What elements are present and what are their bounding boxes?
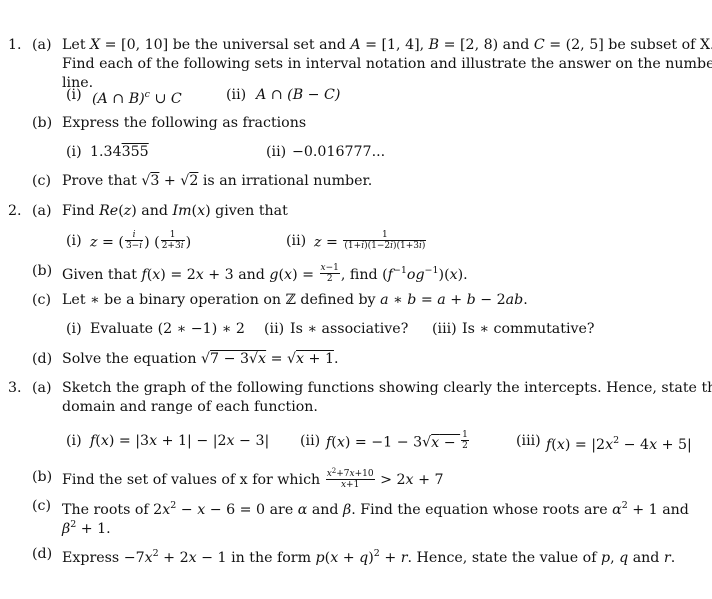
question-3d-text: Express −7x2 + 2x − 1 in the form p(x + … (62, 548, 676, 566)
question-1a-line-2: Find each of the following sets in inter… (62, 56, 712, 72)
subpart-label: (i) (66, 321, 82, 337)
part-label: (b) (32, 115, 53, 131)
subpart-label: (i) (66, 87, 82, 103)
part-text: Express the following as fractions (62, 115, 307, 131)
part-label: (c) (32, 498, 52, 514)
exam-question-sheet: 1. (a) Let X = [0, 10] be the universal … (0, 0, 712, 599)
part-text: Prove that √3 + √2 is an irrational numb… (62, 172, 372, 190)
part-label: (a) (32, 37, 52, 53)
part-label: (b) (32, 263, 53, 279)
subpart-label: (ii) (264, 321, 285, 337)
part-label: (d) (32, 351, 53, 367)
question-3a-line-2: domain and range of each function. (62, 399, 318, 415)
part-text: Find Re(z) and Im(x) given that (62, 203, 288, 219)
part-text: Find the set of values of x for which x2… (62, 467, 444, 492)
part-label: (d) (32, 546, 53, 562)
math-expression: √7 − 3√x = √x + 1. (200, 351, 339, 367)
math-expression: A ∩ (B − C) (256, 87, 341, 103)
math-expression: f(x) = −1 − 3√x − 12 (326, 430, 469, 451)
math-expression: 1.34355 (90, 143, 149, 161)
text-prefix: Prove that (62, 173, 137, 189)
part-text: Let ∗ be a binary operation on ℤ defined… (62, 292, 528, 308)
part-label: (b) (32, 469, 53, 485)
q1a-text-1: Let X = [0, 10] be the universal set and… (62, 37, 712, 53)
question-3c-line-1: The roots of 2x2 − x − 6 = 0 are α and β… (62, 500, 689, 518)
subpart-label: (iii) (432, 321, 457, 337)
part-label: (a) (32, 380, 52, 396)
part-text: Given that f(x) = 2x + 3 and g(x) = x−1 2… (62, 262, 468, 284)
decimal-prefix: 1.34 (90, 144, 122, 160)
math-expression: f(x) = |3x + 1| − |2x − 3| (90, 433, 270, 449)
subpart-text: Evaluate (2 ∗ −1) ∗ 2 (90, 321, 245, 337)
subpart-label: (i) (66, 144, 82, 160)
text-prefix: Find the set of values of x for which (62, 472, 321, 488)
math-expression: z = (i 3−i) (1 2+3i) (90, 230, 192, 251)
part-label: (c) (32, 173, 52, 189)
question-number: 1. (8, 37, 22, 53)
part-label: (c) (32, 292, 52, 308)
question-number: 3. (8, 380, 22, 396)
math-expression: √3 + √2 (141, 173, 199, 189)
question-3c-line-2: β2 + 1. (62, 519, 111, 537)
math-expression: −0.016777... (292, 144, 386, 160)
text-suffix: is an irrational number. (202, 173, 373, 189)
math-expression: f(x) = |2x2 − 4x + 5| (546, 435, 692, 453)
math-expression: z = 1 (1+i)(1−2i)(1+3i) (314, 230, 427, 251)
subpart-label: (ii) (226, 87, 247, 103)
subpart-label: (ii) (266, 144, 287, 160)
subpart-label: (i) (66, 233, 82, 249)
question-number: 2. (8, 203, 22, 219)
part-label: (a) (32, 203, 52, 219)
subpart-label: (ii) (286, 233, 307, 249)
question-1a-line-1: Let X = [0, 10] be the universal set and… (62, 36, 712, 54)
math-expression: (A ∩ B)c ∪ C (92, 89, 182, 107)
subpart-text: Is ∗ commutative? (462, 321, 595, 337)
part-text: Solve the equation √7 − 3√x = √x + 1. (62, 350, 338, 368)
repeating-digits: 355 (121, 144, 149, 160)
text-prefix: Solve the equation (62, 351, 197, 367)
subpart-label: (ii) (300, 433, 321, 449)
question-3a-line-1: Sketch the graph of the following functi… (62, 380, 712, 396)
math-expression: x2+7x+10 x+1 > 2x + 7 (325, 467, 444, 490)
subpart-label: (iii) (516, 433, 541, 449)
subpart-text: Is ∗ associative? (290, 321, 409, 337)
subpart-label: (i) (66, 433, 82, 449)
